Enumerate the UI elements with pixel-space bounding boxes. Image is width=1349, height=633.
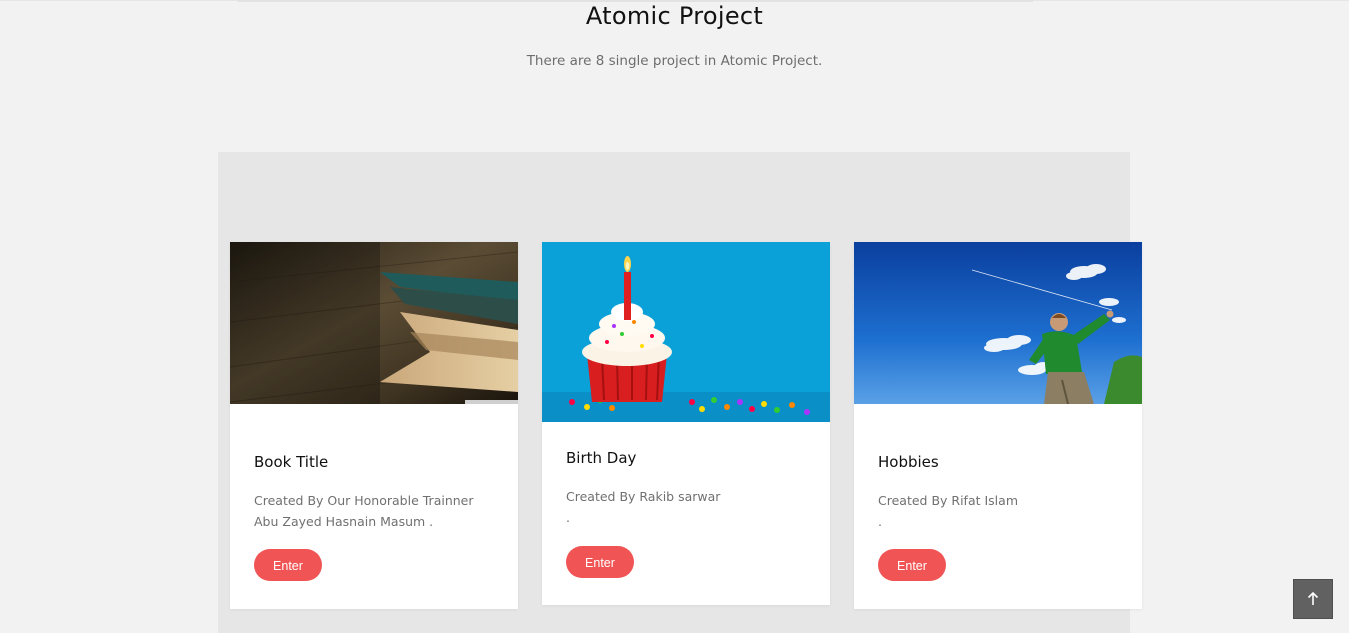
project-card-birth-day: Birth Day Created By Rakib sarwar . Ente…: [542, 242, 830, 605]
card-description: Created By Rifat Islam .: [878, 490, 1118, 532]
arrow-up-icon: [1307, 592, 1319, 606]
project-card-hobbies: Hobbies Created By Rifat Islam . Enter: [854, 242, 1142, 609]
card-description: Created By Our Honorable Trainner Abu Za…: [254, 490, 494, 532]
birthday-cupcake-photo: [542, 242, 830, 422]
enter-button[interactable]: Enter: [566, 546, 634, 578]
enter-button[interactable]: Enter: [878, 549, 946, 581]
project-card-book-title: Book Title Created By Our Honorable Trai…: [230, 242, 518, 609]
back-to-top-button[interactable]: [1293, 579, 1333, 619]
page-subtitle: There are 8 single project in Atomic Pro…: [526, 53, 823, 69]
page-title: Atomic Project: [585, 2, 764, 30]
card-description-line: Created By Our Honorable Trainner: [254, 493, 474, 508]
kid-flying-kite-photo: [854, 242, 1142, 404]
card-title: Birth Day: [566, 449, 637, 467]
card-description: Created By Rakib sarwar .: [566, 486, 806, 528]
book-pages-photo: [230, 242, 518, 404]
enter-button[interactable]: Enter: [254, 549, 322, 581]
card-title: Hobbies: [878, 453, 939, 471]
card-description-line: Created By Rakib sarwar: [566, 489, 721, 504]
card-description-line: .: [566, 510, 570, 525]
card-title: Book Title: [254, 453, 329, 471]
card-description-line: Created By Rifat Islam: [878, 493, 1018, 508]
card-description-line: Abu Zayed Hasnain Masum .: [254, 514, 434, 529]
card-description-line: .: [878, 514, 882, 529]
